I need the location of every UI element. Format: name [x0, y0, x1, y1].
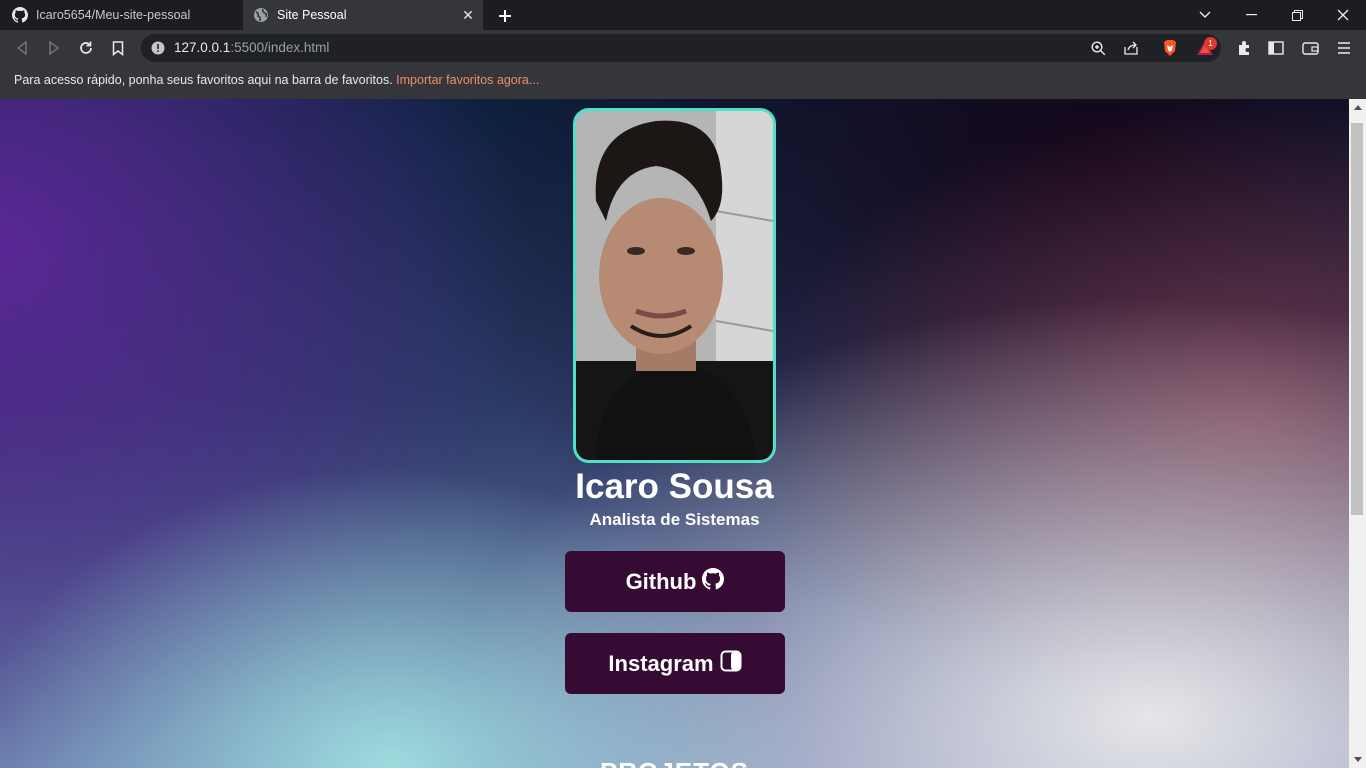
site-info-icon[interactable] [151, 41, 165, 60]
instagram-button[interactable]: Instagram [565, 633, 785, 694]
sidebar-icon[interactable] [1265, 37, 1287, 59]
wallet-icon[interactable] [1299, 37, 1321, 59]
brave-shields-icon[interactable] [1159, 37, 1181, 59]
projects-section-title: PROJETOS [0, 757, 1349, 768]
bookmarks-bar: Para acesso rápido, ponha seus favoritos… [0, 66, 1366, 99]
zoom-icon[interactable] [1087, 37, 1109, 59]
new-tab-icon[interactable] [494, 5, 516, 27]
github-button-label: Github [625, 568, 697, 594]
browser-toolbar: 127.0.0.1:5500/index.html 1 [0, 30, 1366, 66]
rewards-badge: 1 [1204, 37, 1217, 50]
scroll-up-icon[interactable] [1349, 99, 1366, 116]
profile-role: Analista de Sistemas [589, 510, 760, 529]
reload-icon[interactable] [75, 37, 97, 59]
import-bookmarks-link[interactable]: Importar favoritos agora... [396, 73, 539, 87]
tab-title: Site Pessoal [277, 8, 347, 22]
back-icon[interactable] [11, 37, 33, 59]
menu-icon[interactable] [1333, 37, 1355, 59]
tab-github-repo[interactable]: Icaro5654/Meu-site-pessoal [0, 0, 243, 30]
page-scrollbar[interactable] [1349, 99, 1366, 768]
url-text: 127.0.0.1:5500/index.html [174, 40, 329, 55]
instagram-icon [720, 650, 742, 678]
profile-name: Icaro Sousa [575, 467, 774, 506]
bookmark-icon[interactable] [107, 37, 129, 59]
scroll-thumb[interactable] [1351, 123, 1363, 515]
tab-strip: Icaro5654/Meu-site-pessoal Site Pessoal … [0, 0, 1366, 30]
minimize-icon[interactable] [1228, 0, 1274, 30]
close-window-icon[interactable] [1320, 0, 1366, 30]
url-host: 127.0.0.1 [174, 40, 231, 55]
globe-icon [253, 7, 269, 23]
tab-search-chevron-icon[interactable] [1182, 0, 1228, 30]
tab-site-pessoal[interactable]: Site Pessoal ✕ [243, 0, 483, 30]
github-icon [12, 7, 28, 23]
page-viewport: Icaro Sousa Analista de Sistemas Github … [0, 99, 1349, 768]
bookmarks-bar-message: Para acesso rápido, ponha seus favoritos… [14, 73, 397, 87]
close-tab-icon[interactable]: ✕ [459, 6, 477, 24]
extensions-icon[interactable] [1233, 37, 1255, 59]
instagram-button-label: Instagram [608, 650, 714, 676]
github-icon [702, 567, 725, 596]
github-button[interactable]: Github [565, 551, 785, 612]
scroll-down-icon[interactable] [1349, 751, 1366, 768]
profile-photo [573, 108, 776, 463]
profile-photo-illustration [576, 111, 773, 460]
forward-icon[interactable] [43, 37, 65, 59]
share-icon[interactable] [1120, 37, 1142, 59]
restore-icon[interactable] [1274, 0, 1320, 30]
url-path: :5500/index.html [230, 40, 330, 55]
tab-title: Icaro5654/Meu-site-pessoal [36, 8, 191, 22]
address-bar[interactable]: 127.0.0.1:5500/index.html 1 [141, 34, 1221, 62]
